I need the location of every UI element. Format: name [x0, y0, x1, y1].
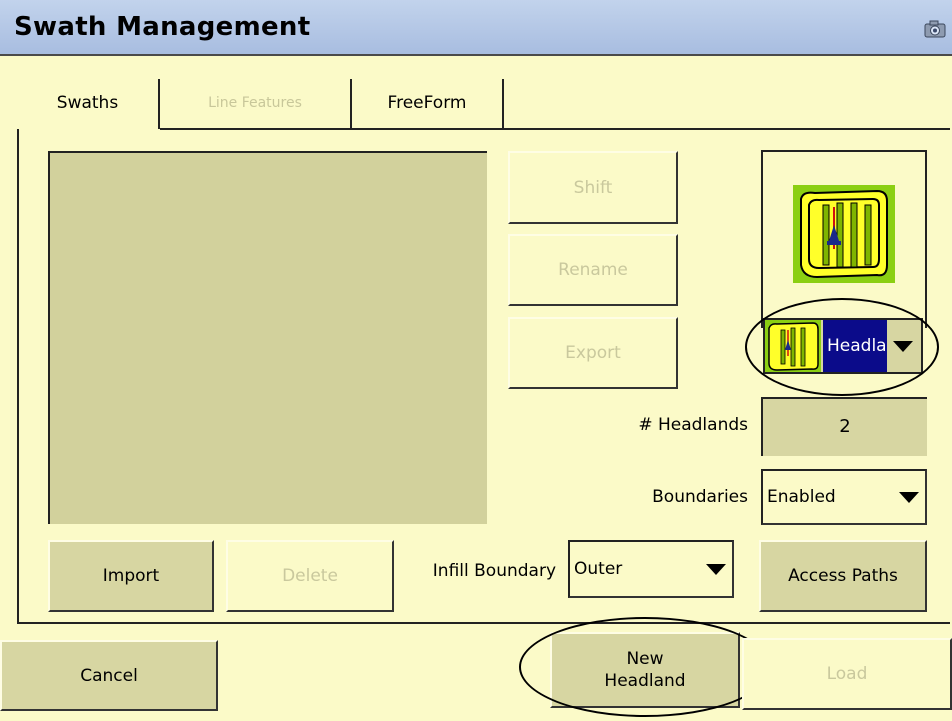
tab-line-features-label: Line Features — [208, 95, 302, 111]
rename-button[interactable]: Rename — [508, 234, 678, 306]
infill-boundary-select-value: Outer — [574, 559, 623, 579]
swath-list[interactable] — [48, 151, 487, 524]
tab-freeform[interactable]: FreeForm — [352, 79, 504, 129]
access-paths-button[interactable]: Access Paths — [759, 540, 927, 612]
headlands-count-value: 2 — [839, 416, 851, 437]
load-button[interactable]: Load — [742, 638, 952, 710]
cancel-button[interactable]: Cancel — [0, 640, 218, 711]
tab-swaths[interactable]: Swaths — [17, 79, 160, 129]
export-button-label: Export — [565, 343, 621, 363]
new-headland-label-line1: New — [626, 649, 664, 669]
load-button-label: Load — [826, 664, 868, 684]
delete-button[interactable]: Delete — [226, 540, 394, 612]
chevron-down-icon — [893, 340, 913, 352]
access-paths-button-label: Access Paths — [788, 566, 898, 586]
infill-dropdown-arrow[interactable] — [700, 542, 732, 596]
shift-button-label: Shift — [573, 177, 613, 198]
pattern-select[interactable]: Headla — [763, 318, 923, 374]
delete-button-label: Delete — [282, 566, 338, 586]
infill-boundary-label: Infill Boundary — [432, 561, 556, 581]
cancel-button-label: Cancel — [80, 665, 138, 686]
chevron-down-icon — [899, 491, 919, 503]
shift-button[interactable]: Shift — [508, 151, 678, 224]
pattern-select-value: Headla — [823, 320, 887, 372]
tab-line-features[interactable]: Line Features — [160, 79, 352, 129]
import-button[interactable]: Import — [48, 540, 214, 612]
headland-pattern-icon — [765, 320, 821, 372]
tab-swaths-label: Swaths — [56, 93, 119, 113]
infill-boundary-select[interactable]: Outer — [568, 540, 734, 598]
new-headland-button[interactable]: New Headland — [550, 632, 740, 708]
chevron-down-icon — [706, 563, 726, 575]
camera-icon[interactable] — [924, 20, 946, 38]
boundaries-select[interactable]: Enabled — [761, 469, 927, 525]
tab-freeform-label: FreeForm — [387, 93, 467, 113]
boundaries-label: Boundaries — [652, 487, 748, 507]
new-headland-label-line2: Headland — [604, 671, 686, 691]
export-button[interactable]: Export — [508, 317, 678, 389]
boundaries-dropdown-arrow[interactable] — [893, 471, 925, 523]
pattern-dropdown-arrow[interactable] — [885, 320, 921, 372]
boundaries-select-value: Enabled — [767, 487, 836, 507]
new-headland-button-label: New Headland — [604, 648, 685, 692]
headlands-label: # Headlands — [638, 415, 748, 435]
import-button-label: Import — [102, 566, 160, 586]
title-bar: Swath Management — [0, 0, 952, 56]
headland-pattern-preview-icon — [793, 185, 895, 283]
window-title: Swath Management — [14, 12, 311, 42]
rename-button-label: Rename — [558, 260, 628, 280]
headlands-count-field[interactable]: 2 — [761, 397, 927, 456]
